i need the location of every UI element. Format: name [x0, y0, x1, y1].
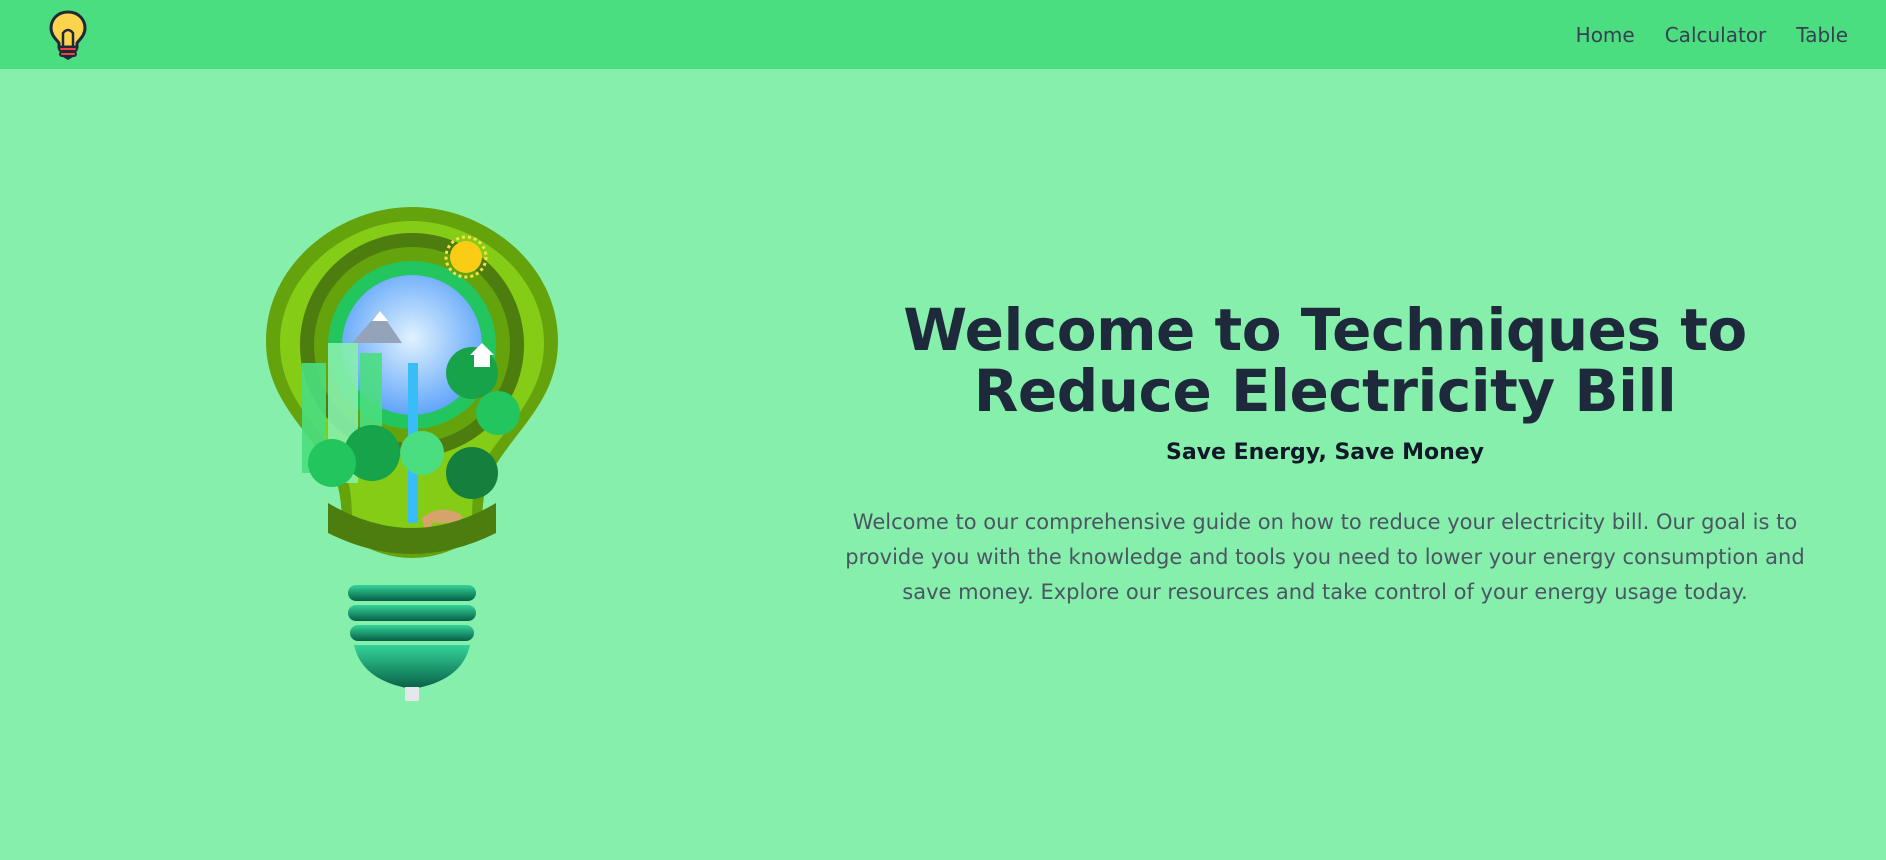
hero-section: Welcome to Techniques to Reduce Electric…: [800, 300, 1850, 610]
nav-link-calculator[interactable]: Calculator: [1665, 23, 1767, 47]
hero-title: Welcome to Techniques to Reduce Electric…: [903, 296, 1747, 425]
nav-link-home[interactable]: Home: [1576, 23, 1635, 47]
hero-description: Welcome to our comprehensive guide on ho…: [845, 510, 1805, 604]
lightbulb-icon[interactable]: [46, 7, 90, 63]
top-navbar: Home Calculator Table: [0, 0, 1886, 69]
nav-link-table[interactable]: Table: [1796, 23, 1848, 47]
hero-subtitle: Save Energy, Save Money: [1165, 440, 1484, 465]
nav-links: Home Calculator Table: [1576, 23, 1848, 47]
eco-lightbulb-illustration: [262, 203, 562, 703]
